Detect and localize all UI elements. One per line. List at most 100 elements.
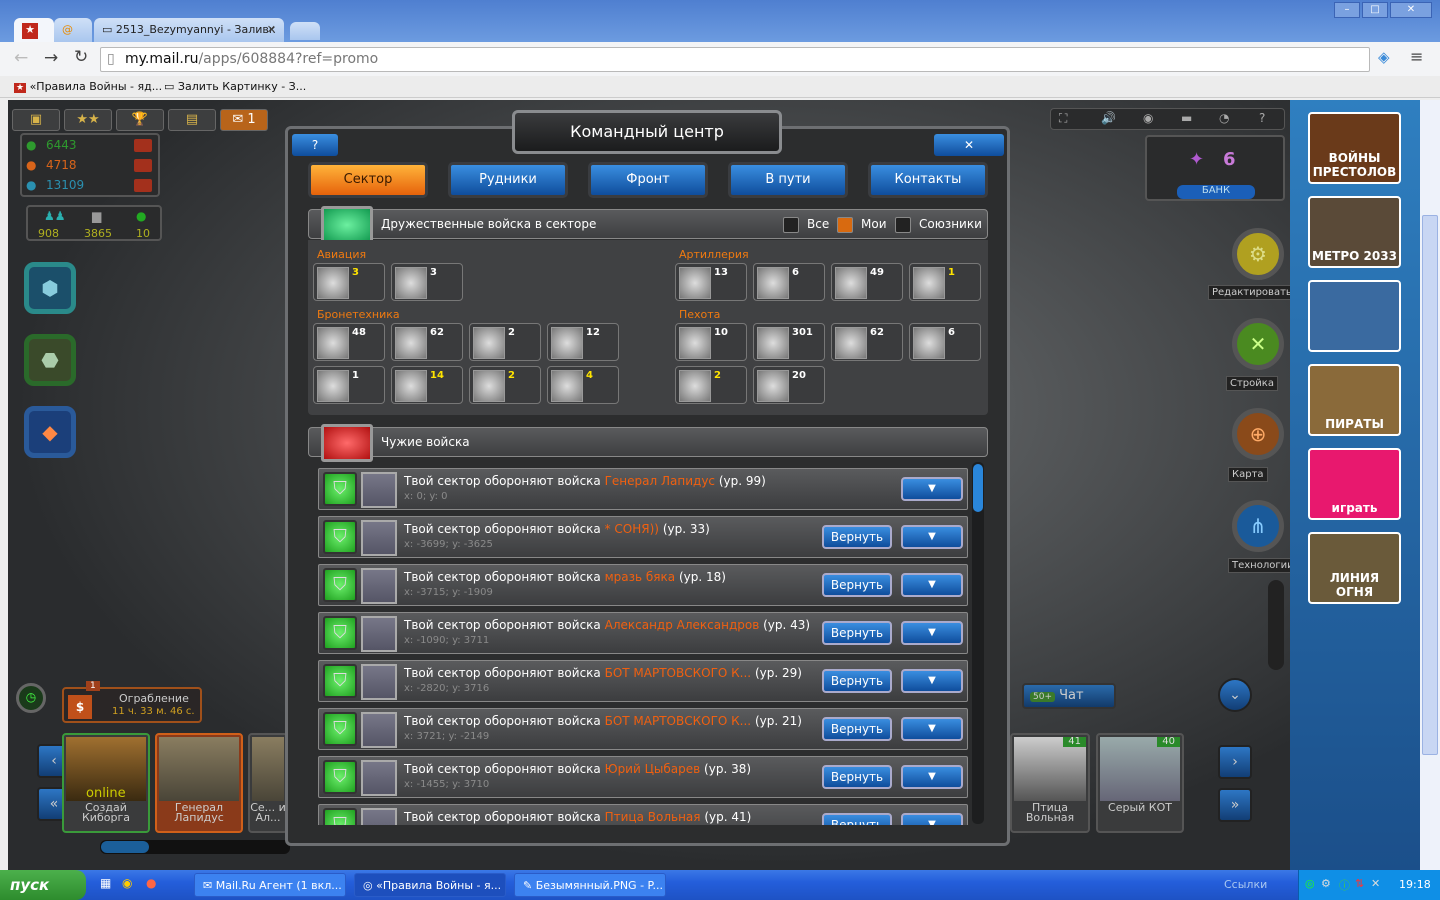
friend-card[interactable]: online Создай Киборга: [62, 733, 150, 833]
unit-slot[interactable]: 62: [831, 323, 903, 361]
bank-button[interactable]: БАНК: [1177, 185, 1255, 199]
reload-button[interactable]: ↻: [74, 47, 88, 67]
friend-card[interactable]: Се... и Ал...: [248, 733, 288, 833]
icq-icon[interactable]: ◎: [1305, 877, 1315, 890]
chat-button[interactable]: 50+ Чат: [1022, 683, 1116, 709]
filter-allies-checkbox[interactable]: [895, 217, 911, 233]
robbery-panel[interactable]: $ 1 Ограбление 11 ч. 33 м. 46 с.: [62, 681, 202, 723]
zoom-slider[interactable]: [1268, 580, 1284, 670]
avatar[interactable]: [361, 520, 397, 556]
back-button[interactable]: ←: [14, 48, 28, 68]
player-name-link[interactable]: Птица Вольная: [605, 810, 701, 824]
expand-button[interactable]: ▼: [901, 717, 963, 741]
volume-muted-icon[interactable]: ✕: [1371, 877, 1380, 890]
expand-button[interactable]: ▼: [901, 765, 963, 789]
expand-button[interactable]: ▼: [901, 477, 963, 501]
taskbar-item-mail-agent[interactable]: ✉ Mail.Ru Агент (1 вкл...: [194, 873, 346, 897]
friend-card[interactable]: Генерал Лапидус: [155, 733, 243, 833]
help-icon[interactable]: ?: [1259, 111, 1265, 125]
buy-resource-button[interactable]: [134, 159, 152, 172]
menu-icon[interactable]: ≡: [1410, 47, 1423, 66]
collapse-button[interactable]: ⌄: [1218, 678, 1252, 712]
address-bar[interactable]: ▯ my.mail.ru/apps/608884?ref=promo: [100, 47, 1370, 72]
tab-2[interactable]: Рудники: [448, 162, 568, 198]
unit-slot[interactable]: 3: [313, 263, 385, 301]
quicklaunch-icon[interactable]: ●: [146, 876, 156, 890]
build-button[interactable]: ✕: [1232, 318, 1284, 370]
ad-banner[interactable]: [1308, 280, 1401, 352]
quicklaunch-icon[interactable]: ▦: [100, 876, 111, 890]
unit-slot[interactable]: 49: [831, 263, 903, 301]
new-tab-button[interactable]: [290, 22, 320, 40]
player-name-link[interactable]: БОТ МАРТОВСКОГО К...: [605, 714, 752, 728]
friends-scrollbar[interactable]: [100, 840, 290, 854]
friend-card[interactable]: 40 Серый КОТ: [1096, 733, 1184, 833]
start-button[interactable]: пуск: [0, 870, 86, 900]
tech-button[interactable]: ⋔: [1232, 500, 1284, 552]
player-name-link[interactable]: * СОНЯ)): [605, 522, 659, 536]
avatar[interactable]: [361, 472, 397, 508]
fullscreen-icon[interactable]: ⛶: [1059, 111, 1067, 126]
sound-icon[interactable]: 🔊: [1101, 111, 1116, 125]
taskbar-item-paint[interactable]: ✎ Безымянный.PNG - P...: [514, 873, 666, 897]
help-button[interactable]: ?: [292, 134, 338, 156]
tab-4[interactable]: В пути: [728, 162, 848, 198]
return-button[interactable]: Вернуть: [822, 669, 892, 693]
network-icon[interactable]: ⇅: [1355, 877, 1364, 890]
avatar[interactable]: [361, 664, 397, 700]
expand-button[interactable]: ▼: [901, 669, 963, 693]
trophy-button[interactable]: 🏆: [116, 109, 164, 131]
player-name-link[interactable]: Генерал Лапидус: [605, 474, 715, 488]
avatar[interactable]: [361, 760, 397, 796]
map-button[interactable]: ⊕: [1232, 408, 1284, 460]
base-build-button[interactable]: ⬢: [24, 262, 76, 314]
filter-mine-checkbox[interactable]: [837, 217, 853, 233]
return-button[interactable]: Вернуть: [822, 717, 892, 741]
expand-button[interactable]: ▼: [901, 621, 963, 645]
ad-banner[interactable]: играть: [1308, 448, 1401, 520]
ad-banner[interactable]: ЛИНИЯ ОГНЯ: [1308, 532, 1401, 604]
return-button[interactable]: Вернуть: [822, 573, 892, 597]
language-flag-icon[interactable]: ▬: [1181, 111, 1192, 125]
unit-slot[interactable]: 1: [909, 263, 981, 301]
special-button[interactable]: ◆: [24, 406, 76, 458]
ad-banner[interactable]: ВОЙНЫ ПРЕСТОЛОВ: [1308, 112, 1401, 184]
expand-button[interactable]: ▼: [901, 525, 963, 549]
avatar[interactable]: [361, 616, 397, 652]
unit-slot[interactable]: 301: [753, 323, 825, 361]
unit-slot[interactable]: 2: [675, 366, 747, 404]
signal-icon[interactable]: ◔: [1219, 111, 1229, 125]
friend-card[interactable]: 41 Птица Вольная: [1010, 733, 1090, 833]
player-name-link[interactable]: Юрий Цыбарев: [605, 762, 701, 776]
tickets-button[interactable]: ▤: [168, 109, 216, 131]
unit-slot[interactable]: 6: [909, 323, 981, 361]
page-scrollbar-thumb[interactable]: [1422, 215, 1438, 755]
edit-button[interactable]: ⚙: [1232, 228, 1284, 280]
player-name-link[interactable]: БОТ МАРТОВСКОГО К...: [605, 666, 752, 680]
unit-slot[interactable]: 3: [391, 263, 463, 301]
forward-button[interactable]: →: [44, 48, 58, 68]
bunker-button[interactable]: ⬣: [24, 334, 76, 386]
filter-all-checkbox[interactable]: [783, 217, 799, 233]
ad-banner[interactable]: ПИРАТЫ: [1308, 364, 1401, 436]
unit-slot[interactable]: 2: [469, 366, 541, 404]
unit-slot[interactable]: 1: [313, 366, 385, 404]
bookmark-zalit-kartinku[interactable]: ▭ Залить Картинку - З...: [164, 80, 306, 93]
bookmark-pravila-voiny[interactable]: ★ «Правила Войны - яд...: [14, 80, 162, 93]
unit-slot[interactable]: 20: [753, 366, 825, 404]
avatar[interactable]: [361, 808, 397, 825]
unit-slot[interactable]: 4: [547, 366, 619, 404]
return-button[interactable]: Вернуть: [822, 621, 892, 645]
avatar[interactable]: [361, 712, 397, 748]
list-scrollbar-thumb[interactable]: [973, 464, 983, 512]
quicklaunch-icon[interactable]: ◉: [122, 876, 132, 890]
tab-pinned-game[interactable]: ★: [14, 18, 54, 42]
tab-close-icon[interactable]: ✕: [267, 23, 276, 36]
buy-resource-button[interactable]: [134, 139, 152, 152]
close-window-button[interactable]: ✕: [1390, 2, 1432, 18]
maximize-button[interactable]: □: [1362, 2, 1388, 18]
tab-image-upload[interactable]: ▭ 2513_Bezymyannyi - Заливк ✕: [94, 18, 284, 42]
return-button[interactable]: Вернуть: [822, 765, 892, 789]
tray-icon[interactable]: ⚙: [1321, 877, 1331, 890]
unit-slot[interactable]: 6: [753, 263, 825, 301]
